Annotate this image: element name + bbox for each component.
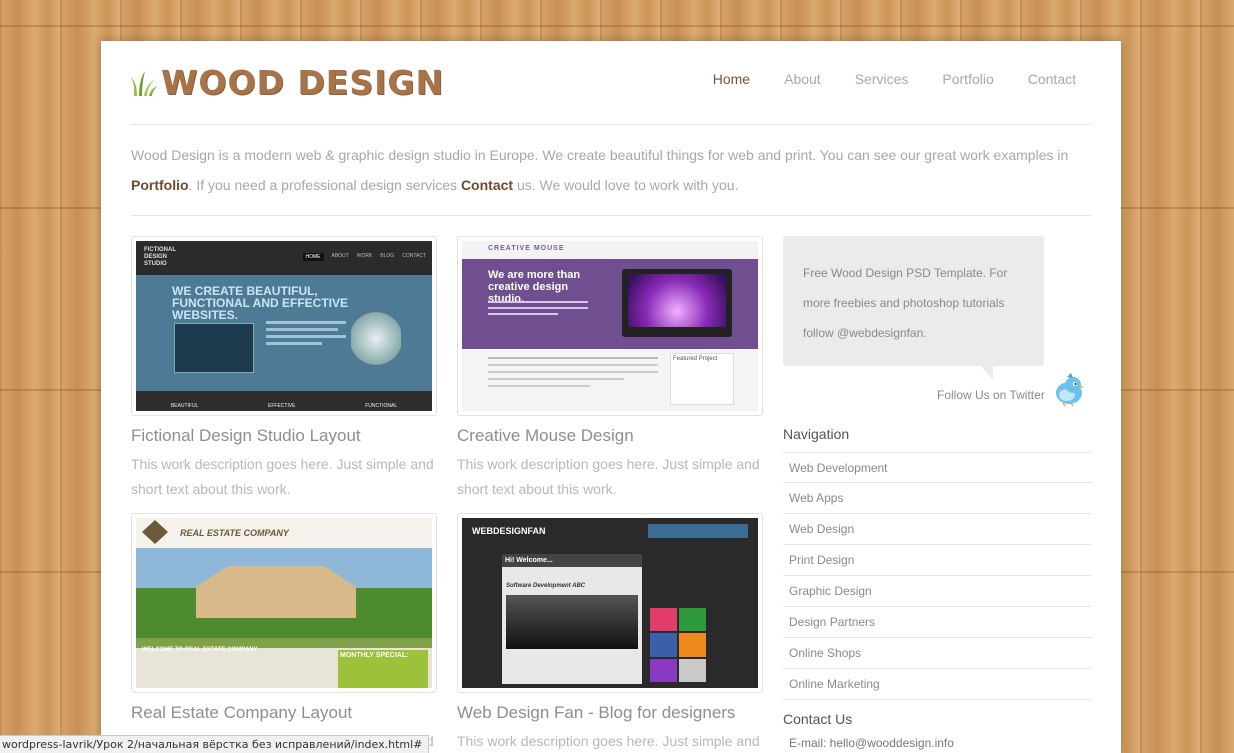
shot-brand: CREATIVE MOUSE [488,245,565,252]
shot-footer-label: EFFECTIVE [268,403,296,409]
sidebar-navigation-list: Web Development Web Apps Web Design Prin… [783,452,1091,700]
shot-content: Hi! Welcome... Software Development ABC [502,554,642,684]
shot-nav: HOME ABOUT WORK BLOG CONTACT [302,253,426,261]
shot-house [196,566,356,618]
nav-services[interactable]: Services [855,71,909,87]
shot-brand: WEBDESIGNFAN [472,526,546,536]
work-description: This work description goes here. Just si… [457,456,760,497]
work-item: FICTIONAL DESIGN STUDIO HOME ABOUT WORK … [131,236,437,502]
shot-banner: WELCOME TO REAL ESTATE COMPANY [136,638,432,653]
shot-welcome: Hi! Welcome... [502,554,642,567]
shot-monitor [174,323,254,373]
contact-email[interactable]: E-mail: hello@wooddesign.info [789,736,954,750]
sidebar-item-web-apps[interactable]: Web Apps [783,483,1091,514]
real-estate-screenshot: REAL ESTATE COMPANY WELCOME TO REAL ESTA… [136,518,432,688]
intro-divider [131,215,1091,216]
shot-footer-label: FUNCTIONAL [365,403,398,409]
sidebar-item-online-shops[interactable]: Online Shops [783,638,1091,669]
shot-brand: FICTIONAL DESIGN STUDIO [144,247,176,267]
shot-post: Software Development ABC [506,583,586,589]
nav-portfolio[interactable]: Portfolio [942,71,993,87]
portfolio-link[interactable]: Portfolio [131,177,189,193]
work-description: This work description goes here. Just si… [457,733,760,749]
tweet-box: Free Wood Design PSD Template. For more … [783,236,1044,366]
header-divider [131,124,1091,125]
sidebar-item-design-partners[interactable]: Design Partners [783,607,1091,638]
shot-nav-item: BLOG [380,253,395,259]
sidebar-contact-title: Contact Us [783,711,853,727]
shot-special-label: MONTHLY SPECIAL: [340,652,409,659]
nav-contact[interactable]: Contact [1028,71,1076,87]
sidebar-navigation-title: Navigation [783,426,850,442]
work-thumbnail[interactable]: WEBDESIGNFAN Hi! Welcome... Software Dev… [457,513,763,693]
shot-headline: We are more than creative design studio. [488,269,581,305]
shot-nav-item: WORK [356,253,373,259]
work-description: This work description goes here. Just si… [131,456,434,497]
main-nav: Home About Services Portfolio Contact [679,71,1076,87]
shot-copy [488,301,588,315]
shot-nav-item: HOME [302,253,324,261]
intro-text-1: Wood Design is a modern web & graphic de… [131,147,1069,163]
sidebar-item-print-design[interactable]: Print Design [783,545,1091,576]
grass-icon [131,71,157,96]
work-thumbnail[interactable]: REAL ESTATE COMPANY WELCOME TO REAL ESTA… [131,513,437,693]
shot-brand: REAL ESTATE COMPANY [180,528,289,538]
follow-twitter-link[interactable]: Follow Us on Twitter [937,388,1045,402]
shot-featured: Featured Project [670,353,734,405]
intro-text-3: us. We would love to work with you. [513,177,739,193]
intro-text: Wood Design is a modern web & graphic de… [131,140,1091,200]
sidebar-item-web-development[interactable]: Web Development [783,452,1091,483]
contact-link[interactable]: Contact [461,177,513,193]
shot-footer: BEAUTIFUL EFFECTIVE FUNCTIONAL [136,403,432,409]
creative-mouse-screenshot: CREATIVE MOUSE We are more than creative… [462,241,758,411]
shot-ads [650,608,706,682]
fleur-icon [142,520,168,544]
work-title[interactable]: Fictional Design Studio Layout [131,426,437,446]
work-item: WEBDESIGNFAN Hi! Welcome... Software Dev… [457,513,763,753]
shot-banner [648,524,748,538]
logo[interactable]: WOOD DESIGN [131,65,444,101]
work-title[interactable]: Real Estate Company Layout [131,703,437,723]
nav-home[interactable]: Home [713,71,750,87]
nav-about[interactable]: About [784,71,821,87]
shot-body [488,357,658,387]
browser-status-bar: wordpress-lavrik/Урок 2/начальная вёрстк… [0,735,430,753]
page-container: WOOD DESIGN Home About Services Portfoli… [101,41,1121,753]
shot-laptop [622,269,732,337]
intro-text-2: . If you need a professional design serv… [188,177,461,193]
shot-footer-label: BEAUTIFUL [170,403,199,409]
work-thumbnail[interactable]: CREATIVE MOUSE We are more than creative… [457,236,763,416]
tweet-tail [981,366,993,380]
logo-text: WOOD DESIGN [161,63,445,102]
work-title[interactable]: Web Design Fan - Blog for designers [457,703,763,723]
twitter-bird-icon[interactable] [1051,371,1087,407]
work-title[interactable]: Creative Mouse Design [457,426,763,446]
work-item: REAL ESTATE COMPANY WELCOME TO REAL ESTA… [131,513,437,753]
webdesignfan-screenshot: WEBDESIGNFAN Hi! Welcome... Software Dev… [462,518,758,688]
shot-featured-label: Featured Project [673,356,718,362]
shot-illustration [351,311,401,366]
fictional-studio-screenshot: FICTIONAL DESIGN STUDIO HOME ABOUT WORK … [136,241,432,411]
sidebar-item-web-design[interactable]: Web Design [783,514,1091,545]
work-item: CREATIVE MOUSE We are more than creative… [457,236,763,502]
shot-copy [266,321,346,361]
sidebar-item-graphic-design[interactable]: Graphic Design [783,576,1091,607]
shot-special: MONTHLY SPECIAL: [338,650,428,688]
shot-welcome: WELCOME TO REAL ESTATE COMPANY [142,647,258,653]
shot-nav-item: CONTACT [402,253,426,259]
work-thumbnail[interactable]: FICTIONAL DESIGN STUDIO HOME ABOUT WORK … [131,236,437,416]
sidebar-item-online-marketing[interactable]: Online Marketing [783,669,1091,700]
shot-nav-item: ABOUT [331,253,349,259]
shot-headline: WE CREATE BEAUTIFUL, FUNCTIONAL AND EFFE… [172,284,348,322]
